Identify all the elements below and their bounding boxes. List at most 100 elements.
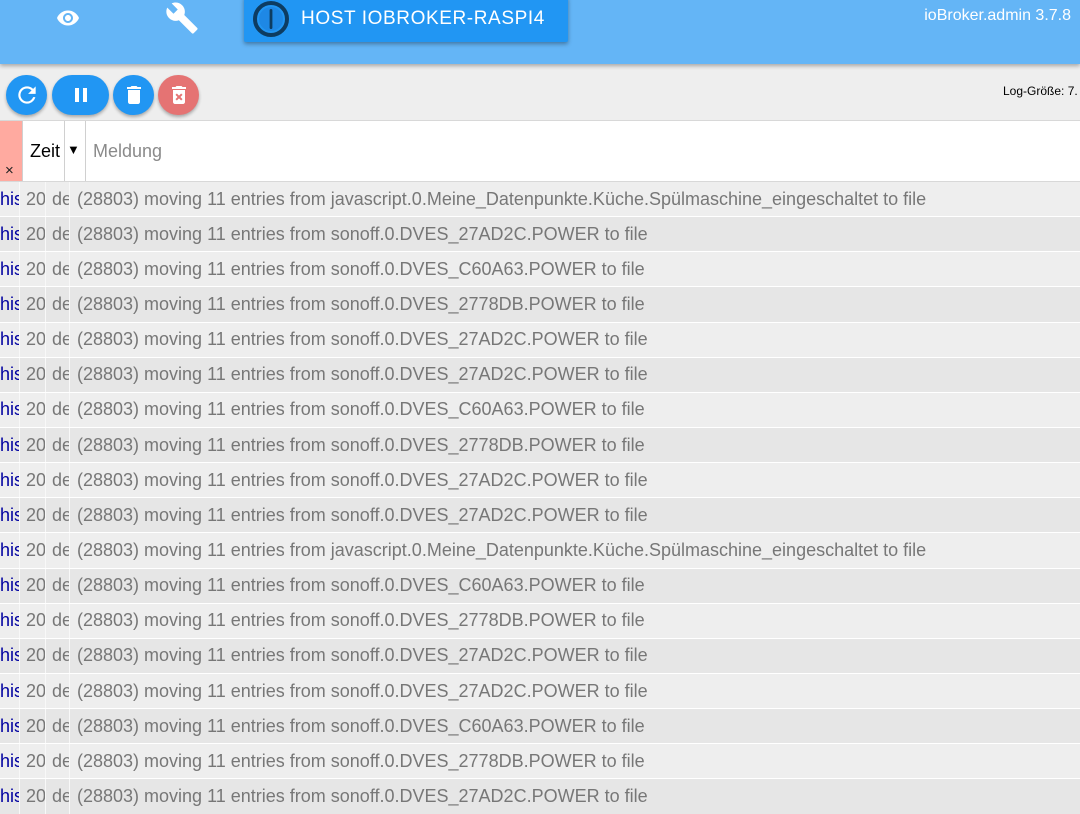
log-row[interactable]: his20de(28803) moving 11 entries from so…: [0, 638, 1080, 674]
log-severity: de: [45, 498, 69, 533]
log-row[interactable]: his20de(28803) moving 11 entries from ja…: [0, 182, 1080, 218]
log-message: (28803) moving 11 entries from sonoff.0.…: [69, 498, 1080, 533]
time-header-label: Zeit: [30, 141, 61, 161]
log-list[interactable]: his20de(28803) moving 11 entries from ja…: [0, 182, 1080, 814]
log-row[interactable]: his20de(28803) moving 11 entries from so…: [0, 252, 1080, 288]
log-message: (28803) moving 11 entries from sonoff.0.…: [69, 252, 1080, 287]
log-message: (28803) moving 11 entries from sonoff.0.…: [69, 357, 1080, 392]
log-time: 20: [19, 568, 45, 603]
log-source: his: [0, 293, 19, 314]
log-message: (28803) moving 11 entries from sonoff.0.…: [69, 673, 1080, 709]
log-row[interactable]: his20de(28803) moving 11 entries from so…: [0, 603, 1080, 639]
log-time: 20: [19, 322, 45, 357]
clear-filter-button[interactable]: ×: [0, 121, 22, 181]
log-row[interactable]: his20de(28803) moving 11 entries from so…: [0, 322, 1080, 358]
log-source: his: [0, 434, 19, 455]
log-table-header: × Zeit ▼: [0, 120, 1080, 182]
log-toolbar: Log-Größe: 7.: [0, 64, 1080, 120]
log-time: 20: [19, 638, 45, 673]
log-message: (28803) moving 11 entries from sonoff.0.…: [69, 638, 1080, 673]
log-row[interactable]: his20de(28803) moving 11 entries from so…: [0, 287, 1080, 323]
log-severity: de: [45, 287, 69, 322]
log-severity: de: [45, 392, 69, 427]
refresh-icon: [17, 86, 36, 104]
log-time: 20: [19, 463, 45, 498]
log-severity: de: [45, 357, 69, 392]
log-severity: de: [45, 252, 69, 287]
log-source: his: [0, 469, 19, 490]
log-size-label: Log-Größe: 7.: [1003, 84, 1078, 98]
host-label: HOST IOBROKER-RASPI4: [301, 8, 545, 29]
log-message: (28803) moving 11 entries from sonoff.0.…: [69, 709, 1080, 744]
log-source: his: [0, 680, 19, 701]
log-time: 20: [19, 673, 45, 709]
log-time: 20: [19, 709, 45, 744]
refresh-button[interactable]: [6, 75, 47, 115]
log-row[interactable]: his20de(28803) moving 11 entries from so…: [0, 427, 1080, 464]
log-message: (28803) moving 11 entries from sonoff.0.…: [69, 779, 1080, 814]
log-source: his: [0, 329, 19, 350]
log-severity: de: [45, 603, 69, 638]
wrench-icon[interactable]: [164, 0, 200, 36]
log-severity: de: [45, 217, 69, 252]
delete-icon: [126, 86, 141, 104]
log-source: his: [0, 258, 19, 279]
log-message: (28803) moving 11 entries from sonoff.0.…: [69, 217, 1080, 252]
admin-version: ioBroker.admin 3.7.8: [924, 7, 1071, 24]
log-severity: de: [45, 638, 69, 673]
log-message: (28803) moving 11 entries from sonoff.0.…: [69, 287, 1080, 322]
log-row[interactable]: his20de(28803) moving 11 entries from ja…: [0, 533, 1080, 569]
app-header: HOST IOBROKER-RASPI4 ioBroker.admin 3.7.…: [0, 0, 1080, 64]
log-row[interactable]: his20de(28803) moving 11 entries from so…: [0, 217, 1080, 253]
log-time: 20: [19, 392, 45, 427]
log-time: 20: [19, 217, 45, 252]
log-message: (28803) moving 11 entries from javascrip…: [69, 533, 1080, 568]
delete-forever-button[interactable]: [158, 75, 199, 115]
delete-forever-icon: [171, 86, 186, 104]
host-selector-button[interactable]: HOST IOBROKER-RASPI4: [244, 0, 568, 42]
pause-button[interactable]: [52, 75, 109, 115]
log-row[interactable]: his20de(28803) moving 11 entries from so…: [0, 392, 1080, 428]
time-column-header[interactable]: Zeit: [22, 121, 64, 181]
log-source: his: [0, 575, 19, 596]
log-severity: de: [45, 568, 69, 603]
log-row[interactable]: his20de(28803) moving 11 entries from so…: [0, 498, 1080, 534]
eye-icon[interactable]: [50, 0, 86, 36]
log-severity: de: [45, 673, 69, 709]
pause-icon: [74, 88, 87, 102]
log-row[interactable]: his20de(28803) moving 11 entries from so…: [0, 779, 1080, 814]
log-row[interactable]: his20de(28803) moving 11 entries from so…: [0, 709, 1080, 745]
log-message: (28803) moving 11 entries from sonoff.0.…: [69, 603, 1080, 638]
log-source: his: [0, 399, 19, 420]
log-severity: de: [45, 463, 69, 498]
log-row[interactable]: his20de(28803) moving 11 entries from so…: [0, 357, 1080, 393]
log-message: (28803) moving 11 entries from sonoff.0.…: [69, 568, 1080, 603]
log-message: (28803) moving 11 entries from sonoff.0.…: [69, 392, 1080, 427]
log-time: 20: [19, 498, 45, 533]
log-time: 20: [19, 182, 45, 217]
sort-dropdown[interactable]: ▼: [64, 121, 86, 181]
iobroker-logo-icon: [253, 1, 289, 37]
clear-icon: ×: [5, 162, 14, 179]
log-source: his: [0, 715, 19, 736]
log-severity: de: [45, 709, 69, 744]
log-time: 20: [19, 427, 45, 463]
log-severity: de: [45, 533, 69, 568]
delete-log-button[interactable]: [113, 75, 154, 115]
message-filter-input[interactable]: [86, 121, 1080, 181]
log-row[interactable]: his20de(28803) moving 11 entries from so…: [0, 744, 1080, 780]
log-time: 20: [19, 603, 45, 638]
log-severity: de: [45, 182, 69, 217]
log-source: his: [0, 539, 19, 560]
log-time: 20: [19, 287, 45, 322]
log-source: his: [0, 645, 19, 666]
log-time: 20: [19, 744, 45, 779]
log-message: (28803) moving 11 entries from sonoff.0.…: [69, 427, 1080, 463]
log-row[interactable]: his20de(28803) moving 11 entries from so…: [0, 568, 1080, 604]
log-severity: de: [45, 779, 69, 814]
log-severity: de: [45, 427, 69, 463]
log-row[interactable]: his20de(28803) moving 11 entries from so…: [0, 463, 1080, 499]
log-row[interactable]: his20de(28803) moving 11 entries from so…: [0, 673, 1080, 710]
log-source: his: [0, 188, 19, 209]
log-source: his: [0, 785, 19, 806]
